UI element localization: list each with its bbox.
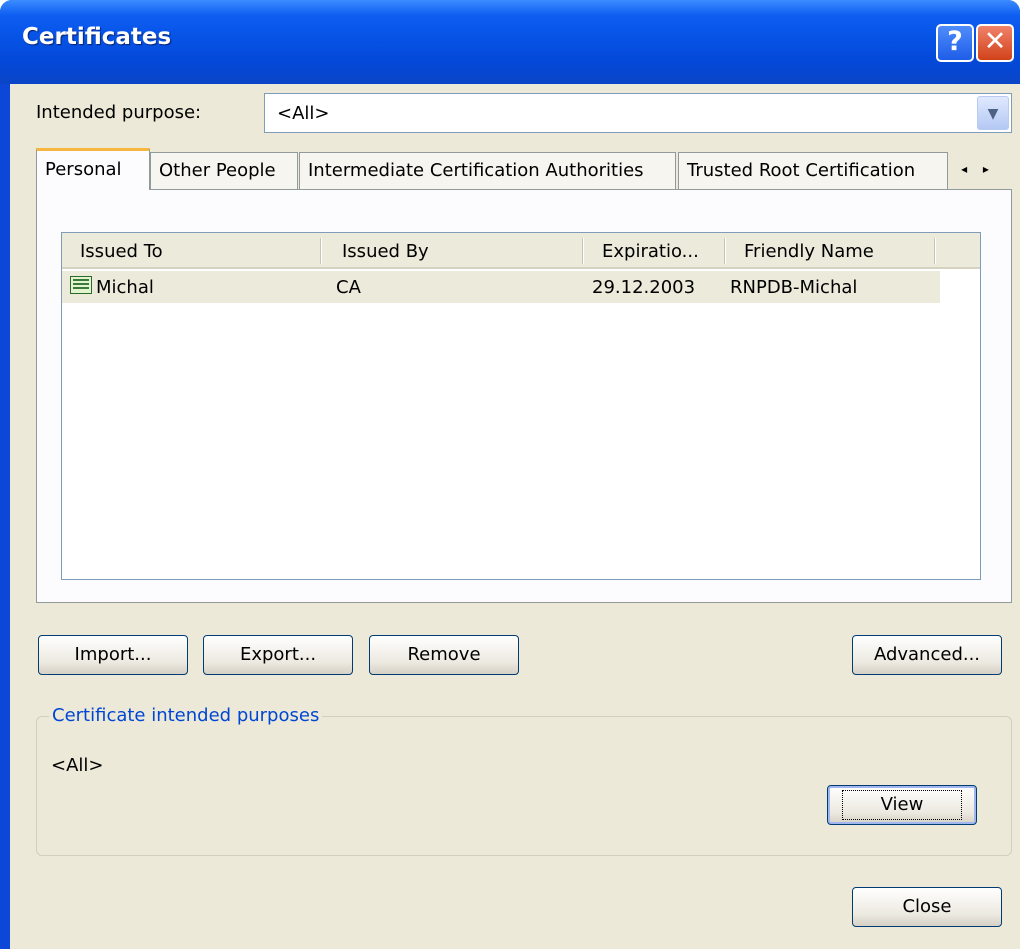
cell-expiration: 29.12.2003 [592, 277, 696, 298]
list-header: Issued To Issued By Expiratio... Friendl… [62, 233, 980, 269]
column-expiration[interactable]: Expiratio... [602, 241, 699, 262]
column-separator[interactable] [724, 238, 726, 264]
cell-issued-by: CA [336, 277, 361, 298]
advanced-button[interactable]: Advanced... [852, 635, 1002, 675]
tab-intermediate-ca[interactable]: Intermediate Certification Authorities [299, 152, 676, 190]
column-separator[interactable] [320, 238, 322, 264]
tab-panel-personal: Issued To Issued By Expiratio... Friendl… [36, 189, 1012, 603]
certificate-list[interactable]: Issued To Issued By Expiratio... Friendl… [61, 232, 981, 580]
remove-button[interactable]: Remove [369, 635, 519, 675]
view-button[interactable]: View [827, 785, 977, 825]
view-button-label: View [841, 790, 963, 820]
close-icon: ✕ [983, 26, 1007, 57]
certificate-icon [70, 276, 92, 294]
import-button[interactable]: Import... [38, 635, 188, 675]
cell-friendly-name: RNPDB-Michal [730, 277, 858, 298]
intended-purpose-select[interactable]: <All> ▼ [264, 93, 1012, 133]
column-separator[interactable] [934, 238, 936, 264]
tab-other-people[interactable]: Other People [150, 152, 298, 190]
title-bar[interactable]: Certificates ? ✕ [0, 0, 1020, 84]
export-button[interactable]: Export... [203, 635, 353, 675]
tab-scroll-arrows[interactable]: ◂ ▸ [948, 152, 1008, 186]
chevron-down-icon[interactable]: ▼ [977, 96, 1009, 130]
certificates-window: Certificates ? ✕ Intended purpose: <All>… [0, 0, 1020, 949]
help-button[interactable]: ? [936, 24, 974, 62]
column-issued-by[interactable]: Issued By [342, 241, 429, 262]
group-purposes-value: <All> [51, 755, 104, 776]
certificate-purposes-group: Certificate intended purposes <All> View [36, 705, 1012, 856]
column-issued-to[interactable]: Issued To [80, 241, 163, 262]
close-window-button[interactable]: ✕ [976, 24, 1014, 62]
group-title: Certificate intended purposes [49, 705, 323, 726]
help-icon: ? [947, 26, 963, 57]
table-row[interactable]: Michal CA 29.12.2003 RNPDB-Michal [62, 271, 940, 303]
column-friendly-name[interactable]: Friendly Name [744, 241, 874, 262]
window-title: Certificates [22, 24, 172, 50]
tab-personal[interactable]: Personal [36, 148, 150, 190]
close-button[interactable]: Close [852, 887, 1002, 927]
dialog-body: Intended purpose: <All> ▼ Personal Other… [10, 84, 1020, 949]
tab-trusted-root[interactable]: Trusted Root Certification [678, 152, 948, 190]
cell-issued-to: Michal [96, 277, 154, 298]
intended-purpose-value: <All> [277, 103, 330, 124]
intended-purpose-label: Intended purpose: [36, 102, 202, 123]
column-separator[interactable] [582, 238, 584, 264]
